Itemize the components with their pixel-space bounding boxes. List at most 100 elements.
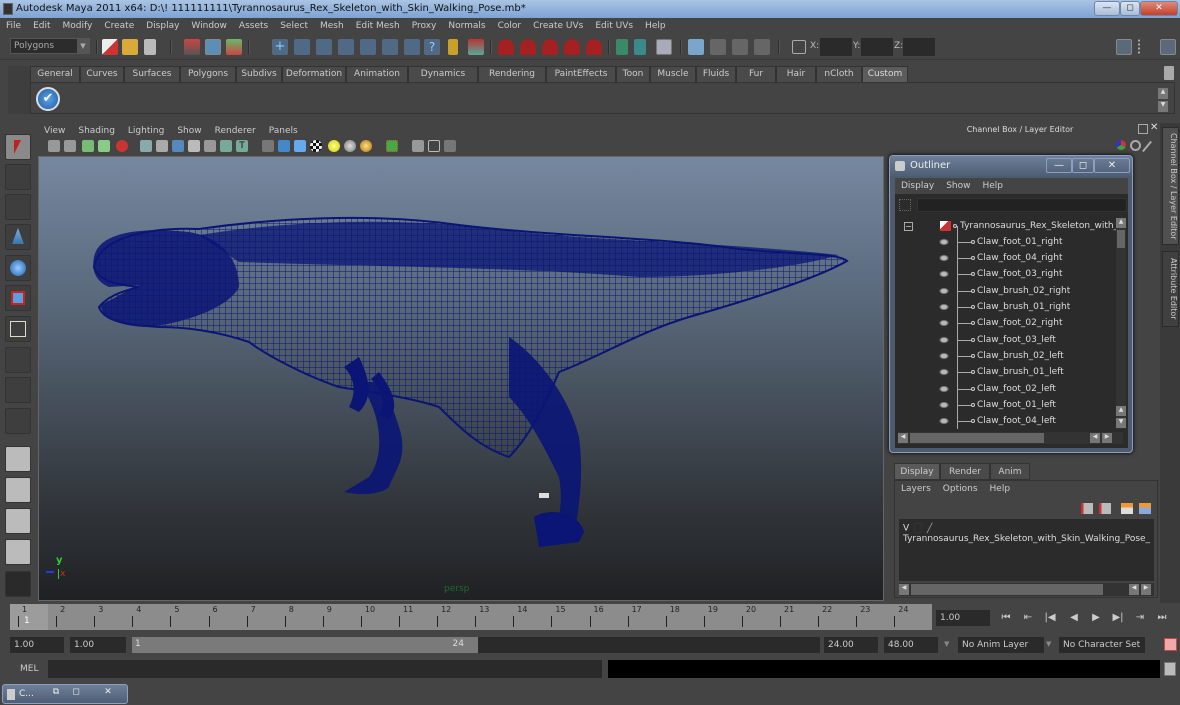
menu-modify[interactable]: Modify	[63, 21, 93, 31]
go-to-start-button[interactable]: ⏮	[998, 611, 1014, 625]
tab-render-layers[interactable]: Render	[940, 463, 990, 480]
shelf-tab-hair[interactable]: Hair	[776, 66, 816, 82]
minimized-window[interactable]: C... ⧉ ◻ ✕	[2, 684, 128, 704]
layer-row[interactable]: V ╱ Tyrannosaurus_Rex_Skeleton_with_Skin…	[903, 523, 1154, 544]
layer-menu-options[interactable]: Options	[943, 484, 978, 494]
character-set-field[interactable]: No Character Set	[1059, 637, 1145, 653]
soft-modification-icon[interactable]	[5, 347, 31, 373]
outliner-persp-layout-icon[interactable]	[5, 508, 31, 534]
viewport-menu-renderer[interactable]: Renderer	[215, 126, 256, 136]
outliner-root-item[interactable]: − Tyrannosaurus_Rex_Skeleton_with_Skin	[898, 218, 1116, 234]
menu-help[interactable]: Help	[645, 21, 666, 31]
shelf-tab-muscle[interactable]: Muscle	[650, 66, 696, 82]
scroll-up-icon[interactable]: ▲	[1116, 406, 1126, 416]
shelf-scroll-up-icon[interactable]: ▲	[1158, 88, 1168, 99]
menu-color[interactable]: Color	[498, 21, 522, 31]
save-scene-icon[interactable]	[144, 39, 156, 55]
scroll-left-icon[interactable]: ◀	[1090, 433, 1100, 443]
script-editor-icon[interactable]	[1164, 662, 1176, 676]
outliner-filter-icon[interactable]	[899, 199, 911, 211]
select-by-component-icon[interactable]	[226, 39, 242, 55]
snap-to-grids-icon[interactable]	[498, 39, 514, 55]
step-back-key-button[interactable]: ⇤	[1020, 611, 1036, 625]
outliner-horizontal-scrollbar[interactable]: ◀ ◀ ▶	[898, 432, 1123, 444]
play-backwards-button[interactable]: ◀	[1066, 611, 1082, 625]
maya-logo-icon[interactable]	[5, 571, 31, 597]
use-default-lighting-icon[interactable]	[328, 140, 340, 152]
outliner-title-bar[interactable]: Outliner — ◻ ✕	[890, 156, 1132, 176]
viewport-menu-show[interactable]: Show	[177, 126, 201, 136]
toggle-tool-settings-icon[interactable]	[1138, 39, 1154, 55]
select-by-object-icon[interactable]	[205, 39, 221, 55]
menu-select[interactable]: Select	[280, 21, 308, 31]
use-all-lights-icon[interactable]	[344, 140, 356, 152]
layer-color-slash-icon[interactable]: ╱	[927, 524, 937, 534]
input-connections-icon[interactable]	[616, 39, 628, 55]
select-uvs-icon[interactable]	[360, 39, 376, 55]
isolate-select-icon[interactable]	[386, 140, 398, 152]
menu-create-uvs[interactable]: Create UVs	[533, 21, 583, 31]
maximize-button[interactable]: ◻	[1120, 1, 1140, 16]
outliner-item[interactable]: Claw_brush_02_right	[898, 283, 1116, 299]
render-settings-icon[interactable]	[754, 39, 770, 55]
menu-create[interactable]: Create	[104, 21, 134, 31]
character-set-menu-icon[interactable]: ▼	[1046, 640, 1051, 648]
last-tool-slot[interactable]	[5, 408, 31, 434]
close-minimized-button[interactable]: ✕	[93, 687, 123, 701]
move-layer-up-icon[interactable]	[1121, 503, 1133, 514]
persp-graph-layout-icon[interactable]	[5, 539, 31, 565]
step-forward-key-button[interactable]: ⇥	[1132, 611, 1148, 625]
outliner-item[interactable]: Claw_foot_02_right	[898, 315, 1116, 331]
scroll-up-icon[interactable]: ▲	[1116, 218, 1126, 228]
outliner-item[interactable]: Claw_foot_01_right	[898, 234, 1116, 250]
construction-history-icon[interactable]	[656, 39, 672, 55]
move-layer-down-icon[interactable]	[1139, 503, 1151, 514]
collapse-icon[interactable]: −	[904, 222, 913, 231]
y-field[interactable]	[861, 38, 893, 56]
layer-playback-toggle[interactable]	[914, 523, 923, 533]
outliner-item[interactable]: Claw_foot_03_left	[898, 332, 1116, 348]
scroll-left-icon[interactable]: ◀	[1129, 584, 1139, 595]
outliner-item[interactable]: Claw_foot_02_left	[898, 381, 1116, 397]
outliner-menu-help[interactable]: Help	[982, 181, 1003, 191]
restore-button[interactable]: ⧉	[47, 687, 65, 701]
outliner-item[interactable]: Claw_brush_02_left	[898, 348, 1116, 364]
close-panel-icon[interactable]: ✕	[1150, 122, 1158, 133]
step-back-frame-button[interactable]: |◀	[1042, 611, 1058, 625]
close-button[interactable]: ✕	[1140, 1, 1178, 16]
smooth-shade-all-icon[interactable]	[278, 140, 290, 152]
z-field[interactable]	[903, 38, 935, 56]
shelf-tab-deformation[interactable]: Deformation	[282, 66, 346, 82]
menu-display[interactable]: Display	[146, 21, 179, 31]
scroll-down-icon[interactable]: ▼	[1116, 418, 1126, 428]
channel-box-pen-icon[interactable]	[1142, 140, 1152, 153]
select-camera-icon[interactable]	[48, 140, 60, 152]
scroll-right-icon[interactable]: ▶	[1102, 433, 1112, 443]
viewport-menu-shading[interactable]: Shading	[78, 126, 115, 136]
anim-layer-menu-icon[interactable]: ▼	[944, 640, 949, 648]
shelf-tab-fluids[interactable]: Fluids	[696, 66, 736, 82]
toggle-channel-box-icon[interactable]	[1160, 39, 1176, 55]
scroll-left-icon[interactable]: ◀	[899, 584, 909, 595]
time-slider[interactable]: 1 1 2 3 4 5 6 7 8 9 10 11 12 13 14 15 16 17 18 19 20 21 22 23 2…	[10, 604, 932, 630]
x-field[interactable]	[820, 38, 852, 56]
menu-assets[interactable]: Assets	[239, 21, 268, 31]
menu-edit[interactable]: Edit	[33, 21, 50, 31]
animation-preferences-icon[interactable]	[1164, 638, 1177, 651]
shelf-tab-subdivs[interactable]: Subdivs	[236, 66, 282, 82]
output-connections-icon[interactable]	[634, 39, 646, 55]
film-gate-icon[interactable]	[156, 140, 168, 152]
open-scene-icon[interactable]	[122, 39, 138, 55]
textured-icon[interactable]	[310, 140, 322, 152]
current-time-field[interactable]: 1.00	[936, 610, 990, 626]
safe-title-icon[interactable]: T	[236, 140, 248, 152]
trash-icon[interactable]	[1164, 66, 1174, 80]
perspective-viewport[interactable]: y x persp	[38, 156, 884, 601]
play-forwards-button[interactable]: ▶	[1088, 611, 1104, 625]
scroll-right-icon[interactable]: ▶	[1141, 584, 1151, 595]
shelf-tab-animation[interactable]: Animation	[346, 66, 408, 82]
new-layer-from-selected-icon[interactable]	[1099, 503, 1111, 514]
start-time-field[interactable]: 1.00	[10, 637, 64, 653]
outliner-item[interactable]: Claw_foot_04_left	[898, 413, 1116, 429]
wireframe-shading-icon[interactable]	[262, 140, 274, 152]
